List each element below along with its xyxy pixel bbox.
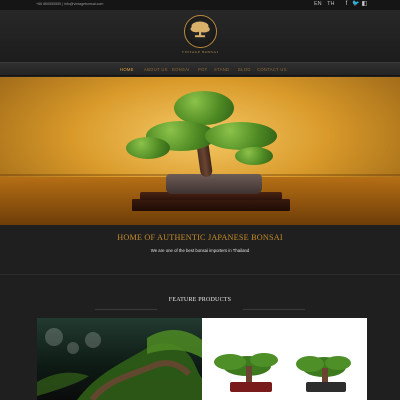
- instagram-icon[interactable]: ◧: [361, 1, 368, 8]
- product-tile-2[interactable]: [202, 318, 367, 400]
- product-image-1: [37, 329, 202, 400]
- nav-blog[interactable]: BLOG: [238, 67, 251, 72]
- language-switcher: EN TH: [314, 1, 338, 7]
- facebook-icon[interactable]: f: [343, 1, 350, 8]
- bonsai-pot: [166, 174, 262, 194]
- language-en[interactable]: EN: [314, 1, 322, 7]
- logo-text: VINTAGE BONSAI: [181, 50, 219, 54]
- foliage-top: [174, 91, 234, 125]
- featured-products-title: FEATURE PRODUCTS: [168, 297, 232, 303]
- welcome-subtitle: We are one of the best bonsai importers …: [150, 248, 250, 253]
- feature-title-line-left: [95, 309, 157, 310]
- foliage-right: [205, 122, 277, 150]
- foliage-far-right: [235, 147, 273, 165]
- product-tile-1[interactable]: [37, 318, 202, 400]
- bonsai-stand-base: [132, 199, 290, 211]
- feature-title-line-right: [243, 309, 305, 310]
- nav-home[interactable]: HOME: [120, 67, 134, 72]
- language-th[interactable]: TH: [327, 1, 334, 7]
- section-divider: [0, 274, 400, 275]
- nav-contact-us[interactable]: CONTACT US: [257, 67, 287, 72]
- product-image-2: [214, 353, 351, 392]
- nav-stand[interactable]: STAND: [214, 67, 229, 72]
- twitter-icon[interactable]: 🐦: [352, 1, 359, 8]
- contact-info[interactable]: +66 860555555 | info@vintagebonsai.com: [36, 2, 103, 6]
- nav-about-us[interactable]: ABOUT US: [144, 67, 168, 72]
- foliage-far-left: [126, 137, 170, 159]
- nav-bonsai[interactable]: BONSAI: [172, 67, 190, 72]
- hero-image: [0, 77, 400, 225]
- main-nav: HOME ABOUT US BONSAI POT STAND BLOG CONT…: [0, 62, 400, 76]
- welcome-title: HOME OF AUTHENTIC JAPANESE BONSAI: [117, 233, 283, 242]
- nav-pot[interactable]: POT: [198, 67, 208, 72]
- bonsai-logo-icon: [190, 21, 210, 38]
